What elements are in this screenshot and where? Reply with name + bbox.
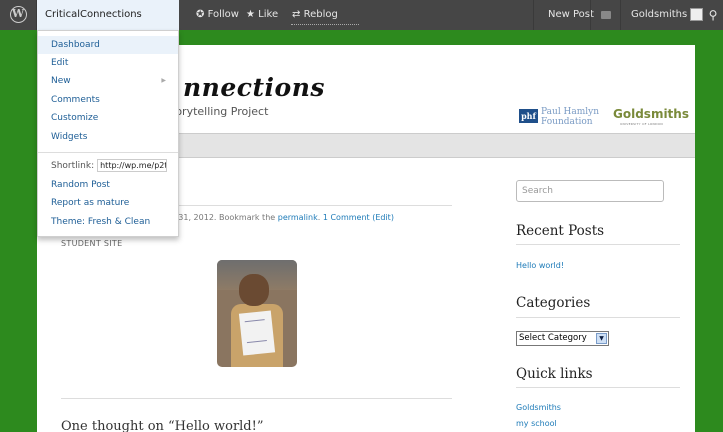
reblog-icon: ⇄ (292, 9, 301, 20)
category-select[interactable]: Select Category ▼ (516, 331, 609, 346)
comments-link[interactable]: 1 Comment (Edit) (323, 213, 394, 222)
divider (516, 244, 680, 245)
admin-bar-dotted-rule (291, 24, 359, 25)
menu-divider (38, 152, 178, 153)
site-tagline: torytelling Project (171, 105, 269, 118)
shortlink-label: Shortlink: (51, 161, 95, 171)
follow-label: Follow (207, 9, 239, 20)
search-input[interactable]: Search (516, 180, 664, 202)
site-name-menu[interactable]: CriticalConnections (37, 0, 179, 30)
post-category[interactable]: STUDENT SITE (61, 239, 122, 248)
menu-item-comments[interactable]: Comments (38, 91, 178, 109)
wordpress-logo-icon[interactable]: W (0, 0, 36, 30)
phf-line: Paul Hamlyn (541, 107, 600, 117)
admin-bar-divider (590, 0, 591, 30)
categories-heading: Categories (516, 295, 591, 311)
goldsmiths-subtitle: UNIVERSITY OF LONDON (620, 122, 663, 126)
menu-item-new-label: New (51, 76, 71, 86)
reblog-button[interactable]: ⇄ Reblog (292, 0, 338, 30)
post-meta: y 31, 2012. Bookmark the permalink. 1 Co… (171, 213, 394, 222)
permalink-link[interactable]: permalink (278, 213, 318, 222)
avatar (690, 7, 704, 21)
quick-link-goldsmiths[interactable]: Goldsmiths (516, 403, 561, 412)
shortlink-field[interactable]: http://wp.me/p2t\ (97, 159, 168, 172)
menu-item-report-mature[interactable]: Report as mature (38, 194, 178, 212)
menu-item-random-post[interactable]: Random Post (38, 176, 178, 194)
goldsmiths-logo: Goldsmiths (613, 107, 689, 121)
divider (516, 387, 680, 388)
photo-paper (238, 310, 276, 356)
menu-item-widgets[interactable]: Widgets (38, 128, 178, 146)
phf-name: Paul Hamlyn Foundation (541, 107, 599, 127)
notifications-icon[interactable] (601, 11, 611, 19)
chevron-down-icon: ▼ (596, 333, 607, 344)
chevron-right-icon: ▶ (161, 77, 166, 84)
quick-link-my-school[interactable]: my school (516, 419, 557, 428)
menu-item-customize[interactable]: Customize (38, 109, 178, 127)
menu-item-theme[interactable]: Theme: Fresh & Clean (38, 213, 178, 231)
admin-bar: W CriticalConnections ✪ Follow ★ Like ⇄ … (0, 0, 723, 30)
recent-posts-heading: Recent Posts (516, 223, 605, 239)
divider (61, 398, 452, 399)
star-icon: ★ (246, 9, 255, 20)
user-menu[interactable]: Goldsmiths (631, 0, 704, 30)
site-logo[interactable]: nnections (183, 73, 325, 102)
search-icon[interactable]: ⚲ (703, 0, 723, 30)
divider (516, 317, 680, 318)
category-select-value: Select Category (519, 333, 587, 343)
post-date-text: y 31, 2012. Bookmark the (171, 213, 278, 222)
recent-post-link[interactable]: Hello world! (516, 261, 564, 270)
user-name: Goldsmiths (631, 9, 688, 20)
like-button[interactable]: ★ Like (246, 0, 278, 30)
comments-heading: One thought on “Hello world!” (61, 419, 264, 432)
site-dropdown-menu: Dashboard Edit New ▶ Comments Customize W… (37, 30, 179, 237)
admin-bar-divider (620, 0, 621, 30)
photo-figure-head (239, 274, 269, 306)
reblog-label: Reblog (303, 9, 338, 20)
follow-button[interactable]: ✪ Follow (196, 0, 239, 30)
menu-item-edit[interactable]: Edit (38, 54, 178, 72)
quick-links-heading: Quick links (516, 366, 593, 382)
menu-item-shortlink: Shortlink: http://wp.me/p2t\ (38, 157, 178, 175)
follow-icon: ✪ (196, 9, 205, 20)
menu-item-dashboard[interactable]: Dashboard (38, 36, 178, 54)
admin-bar-divider (533, 0, 534, 30)
post-photo[interactable] (217, 260, 297, 367)
phf-line: Foundation (541, 117, 593, 127)
new-post-button[interactable]: New Post (548, 0, 594, 30)
menu-item-new[interactable]: New ▶ (38, 72, 178, 90)
like-label: Like (258, 9, 279, 20)
phf-logo: phf (519, 109, 538, 123)
